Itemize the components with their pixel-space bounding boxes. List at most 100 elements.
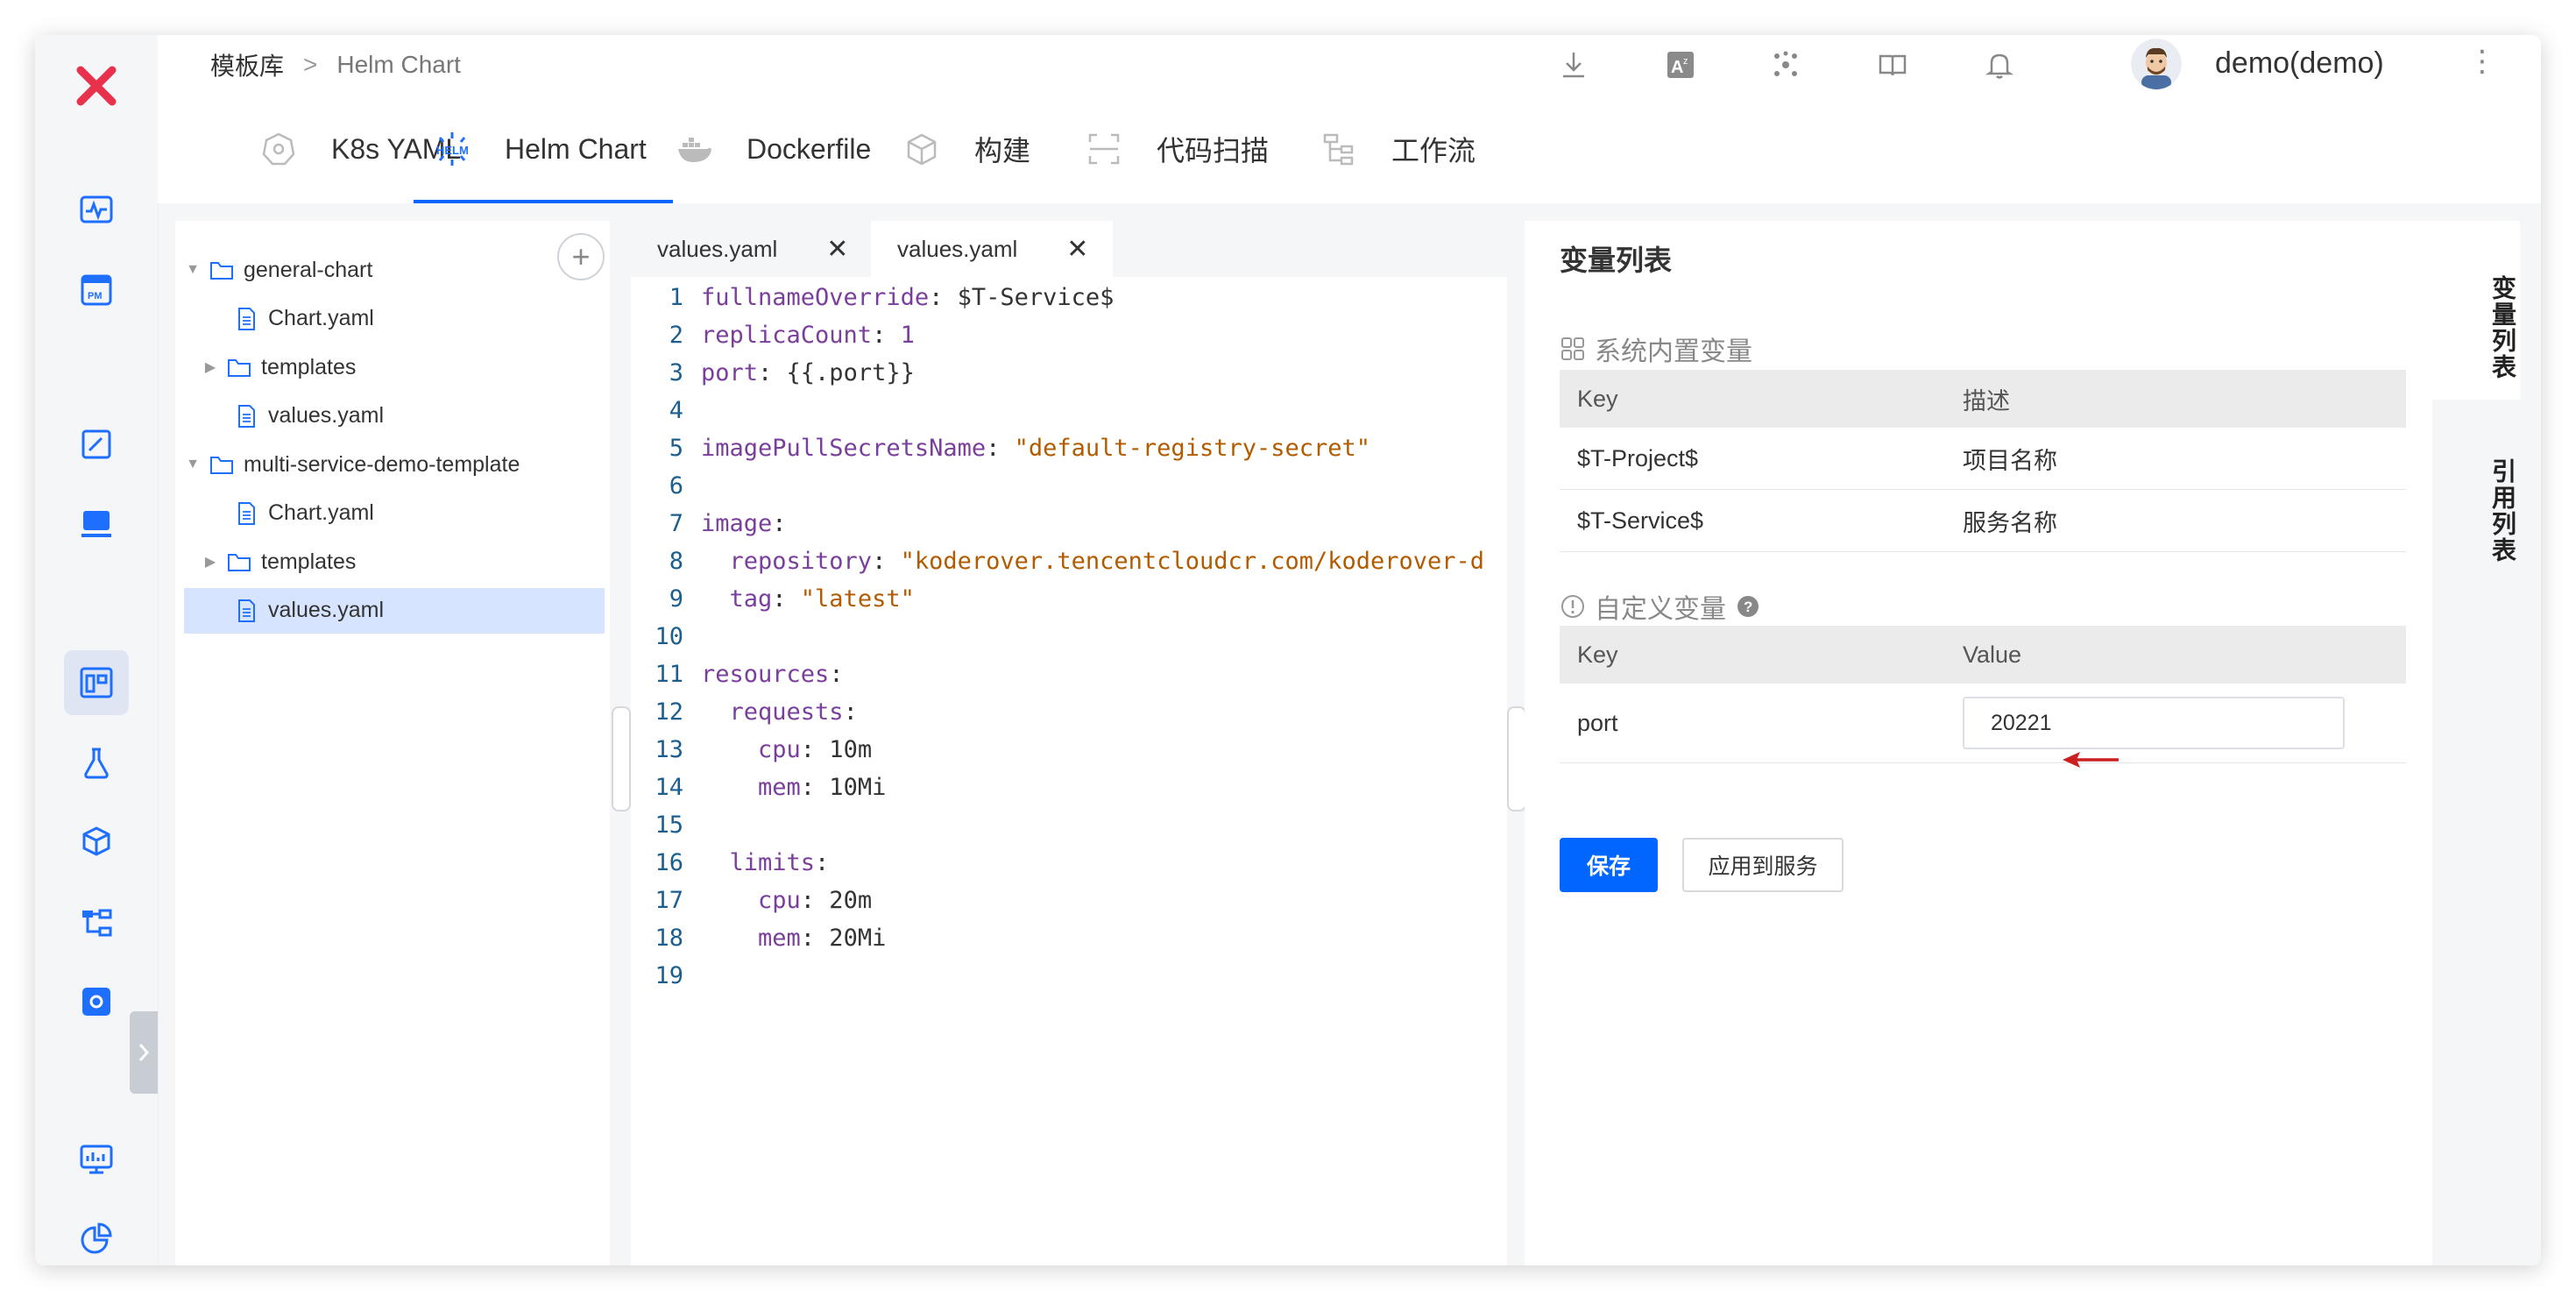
line-number: 11 [655, 661, 683, 688]
code-token: fullnameOverride [701, 284, 930, 311]
line-number: 19 [655, 962, 683, 989]
folder-icon [228, 359, 251, 377]
tree-folder-item[interactable]: ▶ templates [184, 344, 605, 390]
app-window: PM 模板库 > Helm Chart A z demo(demo) ⋮ K8s… [35, 35, 2541, 1265]
user-avatar[interactable] [2131, 39, 2182, 89]
more-vertical-icon[interactable]: ⋮ [2467, 44, 2497, 79]
tree-file-item[interactable]: values.yaml [184, 393, 605, 439]
variables-panel: 变量列表 系统内置变量 Key 描述 $T-Project$ 项目名称 $T-S… [1525, 221, 2432, 1265]
editor-tab[interactable]: values.yaml ✕ [631, 221, 871, 277]
nav-workflow-icon[interactable] [64, 890, 129, 955]
code-token: mem [701, 925, 801, 952]
table-row: port [1560, 684, 2406, 763]
caret-right-icon[interactable]: ▶ [202, 358, 219, 376]
svg-text:PM: PM [88, 291, 103, 301]
code-line: 2 replicaCount: 1 [631, 318, 1507, 353]
svg-text:z: z [1683, 56, 1688, 67]
folder-icon [210, 262, 233, 280]
user-name[interactable]: demo(demo) [2215, 46, 2384, 81]
nav-statistics-icon[interactable] [64, 1206, 129, 1265]
caret-down-icon[interactable]: ▼ [184, 262, 202, 278]
tab-build[interactable]: 构建 [902, 95, 1030, 203]
save-button[interactable]: 保存 [1560, 838, 1658, 892]
nav-screen-icon[interactable] [64, 1127, 129, 1192]
code-line: 12 requests: [631, 695, 1507, 730]
tree-folder-item[interactable]: ▼ general-chart [184, 247, 605, 293]
caret-right-icon[interactable]: ▶ [202, 553, 219, 570]
nav-templates-icon[interactable] [64, 650, 129, 715]
nav-release-icon[interactable] [64, 493, 129, 557]
line-number: 15 [655, 811, 683, 839]
tab-workflow[interactable]: 工作流 [1320, 95, 1476, 203]
nav-test-icon[interactable] [64, 731, 129, 796]
line-number: 8 [669, 548, 683, 575]
code-text: mem: 10Mi [701, 770, 886, 805]
editor-tab-bar: values.yaml ✕ values.yaml ✕ [631, 221, 1507, 277]
line-number: 16 [655, 849, 683, 876]
tab-dockerfile[interactable]: Dockerfile [675, 95, 871, 203]
tree-folder-item[interactable]: ▼ multi-service-demo-template [184, 442, 605, 487]
tree-item-label: Chart.yaml [268, 500, 374, 525]
code-line: 10 [631, 620, 1507, 655]
line-number: 13 [655, 736, 683, 763]
editor-splitter-handle[interactable] [1507, 706, 1526, 811]
code-token: : 10Mi [800, 774, 887, 801]
custom-var-value-input[interactable] [1963, 697, 2345, 749]
custom-vars-table: Key Value port [1560, 626, 2406, 763]
nav-artifact-icon[interactable] [64, 810, 129, 875]
code-line: 7 image: [631, 507, 1507, 542]
tree-item-label: templates [261, 354, 357, 379]
system-vars-title: 系统内置变量 [1560, 330, 1752, 368]
download-icon[interactable] [1554, 46, 1593, 84]
nav-monitor-icon[interactable] [64, 177, 129, 242]
caret-down-icon[interactable]: ▼ [184, 457, 202, 472]
tree-file-item[interactable]: Chart.yaml [184, 296, 605, 342]
rail-tab-variables[interactable]: 变量列表 [2432, 221, 2520, 400]
system-vars-table: Key 描述 $T-Project$ 项目名称 $T-Service$ 服务名称 [1560, 370, 2406, 552]
code-token: "koderover.tencentcloudcr.com/koderover-… [900, 548, 1485, 575]
custom-vars-title: 自定义变量 ? [1560, 587, 1770, 626]
network-icon[interactable] [1766, 46, 1805, 84]
code-token: : [843, 698, 858, 726]
close-icon[interactable]: ✕ [826, 234, 848, 265]
tree-item-label: values.yaml [268, 598, 384, 622]
code-line: 11 resources: [631, 657, 1507, 692]
close-icon[interactable]: ✕ [1066, 234, 1088, 265]
rail-tab-references[interactable]: 引用列表 [2432, 417, 2520, 592]
scan-icon [1085, 130, 1123, 168]
table-row: $T-Service$ 服务名称 [1560, 490, 2406, 552]
workflow-icon [1320, 130, 1358, 168]
tree-item-label: templates [261, 549, 357, 574]
editor-tab-active[interactable]: values.yaml ✕ [871, 221, 1113, 277]
nav-edit-icon[interactable] [64, 412, 129, 477]
apply-to-services-button[interactable]: 应用到服务 [1682, 838, 1844, 892]
code-text: resources: [701, 657, 844, 692]
help-question-icon[interactable]: ? [1735, 593, 1761, 620]
nav-settings-icon[interactable] [64, 969, 129, 1034]
bell-icon[interactable] [1980, 46, 2019, 84]
translate-icon[interactable]: Az [1661, 46, 1700, 84]
zadig-logo-icon[interactable] [61, 51, 131, 121]
tree-splitter-handle[interactable] [612, 706, 631, 811]
docs-book-icon[interactable] [1873, 46, 1912, 84]
code-token: "default-registry-secret" [1014, 435, 1371, 462]
right-rail: 变量列表 引用列表 [2432, 221, 2541, 1265]
tree-file-item[interactable]: Chart.yaml [184, 491, 605, 536]
code-line: 14 mem: 10Mi [631, 770, 1507, 805]
code-line: 19 [631, 959, 1507, 994]
tab-helm-chart[interactable]: HELM Helm Chart [414, 95, 673, 203]
code-token: : {{.port}} [758, 359, 915, 386]
tree-folder-item[interactable]: ▶ templates [184, 539, 605, 585]
tab-k8s-yaml[interactable]: K8s YAML [259, 95, 461, 203]
info-circle-icon [1561, 595, 1584, 618]
line-number: 5 [669, 435, 683, 462]
tab-code-scan[interactable]: 代码扫描 [1085, 95, 1269, 203]
code-editor[interactable]: 1 fullnameOverride: $T-Service$ 2 replicaCo… [631, 277, 1507, 1265]
line-number: 10 [655, 623, 683, 650]
code-line: 5 imagePullSecretsName: "default-registry… [631, 431, 1507, 466]
sidebar-expand-handle[interactable] [130, 1011, 158, 1094]
breadcrumb-root[interactable]: 模板库 [210, 47, 284, 82]
tree-file-item[interactable]: values.yaml [184, 587, 605, 634]
code-line: 18 mem: 20Mi [631, 921, 1507, 956]
nav-project-icon[interactable]: PM [64, 258, 129, 322]
